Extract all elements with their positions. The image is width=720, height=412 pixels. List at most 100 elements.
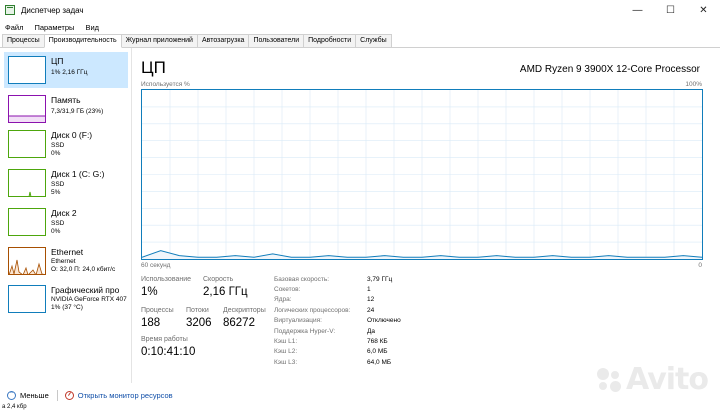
sidebar-item-type: SSD xyxy=(51,142,65,149)
minimize-button[interactable]: — xyxy=(621,0,654,20)
menu-view[interactable]: Вид xyxy=(80,23,105,32)
maximize-button[interactable]: ☐ xyxy=(654,0,687,20)
sidebar-item-cpu[interactable]: ЦП 1% 2,16 ГГц xyxy=(4,52,128,88)
speed-label: Скорость xyxy=(203,276,234,283)
cpu-usage-chart xyxy=(141,90,703,259)
usage-label: Использование xyxy=(141,276,192,283)
uptime-value: 0:10:41:10 xyxy=(141,346,196,358)
resource-monitor-icon xyxy=(64,390,74,400)
spec-label-base-speed: Базовая скорость: xyxy=(274,276,330,283)
graph-x-min: 0 xyxy=(698,262,702,269)
footer-separator xyxy=(56,389,58,401)
tab-details[interactable]: Подробности xyxy=(303,34,357,47)
sidebar-item-name: Диск 2 xyxy=(51,208,77,218)
spec-value-cores: 12 xyxy=(367,296,375,303)
disk-thumbnail xyxy=(8,130,46,158)
sidebar-item-usage: 0% xyxy=(51,228,61,235)
spec-label-l1: Кэш L1: xyxy=(274,338,298,345)
sidebar-item-type: SSD xyxy=(51,220,65,227)
spec-label-virtualization: Виртуализация: xyxy=(274,317,322,324)
graph-y-max: 100% xyxy=(685,81,702,88)
tab-startup[interactable]: Автозагрузка xyxy=(196,34,250,47)
tab-bar: Процессы Производительность Журнал прило… xyxy=(0,34,720,48)
sidebar-item-traffic: О: 32,0 П: 24,0 кбит/с xyxy=(51,266,116,273)
spec-value-base-speed: 3,79 ГГц xyxy=(367,276,393,283)
cpu-usage-graph xyxy=(141,89,703,260)
chevron-up-icon: ⌃ xyxy=(7,390,16,400)
gpu-thumbnail xyxy=(8,285,46,313)
processes-label: Процессы xyxy=(141,307,174,314)
menu-bar: Файл Параметры Вид xyxy=(0,20,720,34)
memory-thumbnail xyxy=(8,95,46,123)
tab-services[interactable]: Службы xyxy=(355,34,392,47)
sidebar-item-ethernet[interactable]: Ethernet Ethernet О: 32,0 П: 24,0 кбит/с xyxy=(4,243,128,279)
sidebar-item-name: Ethernet xyxy=(51,247,84,257)
sidebar-item-name: Диск 0 (F:) xyxy=(51,130,93,140)
sidebar-item-usage: 0% xyxy=(51,150,61,157)
sidebar-item-detail: 7,3/31,9 ГБ (23%) xyxy=(51,108,104,115)
threads-label: Потоки xyxy=(186,307,209,314)
graph-x-label: 60 секунд xyxy=(141,262,171,269)
uptime-label: Время работы xyxy=(141,336,188,343)
sidebar-item-memory[interactable]: Память 7,3/31,9 ГБ (23%) xyxy=(4,91,128,127)
sidebar-item-disk2[interactable]: Диск 2 SSD 0% xyxy=(4,204,128,240)
footer-bar: ⌃ Меньше Открыть монитор ресурсов xyxy=(0,386,720,404)
ethernet-thumbnail-graph xyxy=(9,259,45,274)
ethernet-thumbnail xyxy=(8,247,46,275)
spec-value-sockets: 1 xyxy=(367,286,371,293)
spec-label-l3: Кэш L3: xyxy=(274,359,298,366)
sidebar-item-model: NVIDIA GeForce RTX 407 xyxy=(51,296,127,303)
spec-value-l3: 64,0 МБ xyxy=(367,359,392,366)
spec-value-hyperv: Да xyxy=(367,328,376,335)
task-manager-icon xyxy=(5,5,15,15)
graph-y-label: Используется % xyxy=(141,81,190,88)
spec-value-virtualization: Отключено xyxy=(367,317,401,324)
close-button[interactable]: ✕ xyxy=(687,0,720,20)
processes-value: 188 xyxy=(141,317,161,329)
performance-sidebar: ЦП 1% 2,16 ГГц Память 7,3/31,9 ГБ (23%) … xyxy=(4,52,128,382)
tab-users[interactable]: Пользователи xyxy=(248,34,305,47)
spec-value-logical: 24 xyxy=(367,307,375,314)
sidebar-item-type: SSD xyxy=(51,181,65,188)
handles-value: 86272 xyxy=(223,317,255,329)
sidebar-item-type: Ethernet xyxy=(51,258,76,265)
window-title: Диспетчер задач xyxy=(21,5,84,15)
memory-thumbnail-fill xyxy=(9,115,45,122)
speed-value: 2,16 ГГц xyxy=(203,286,248,298)
threads-value: 3206 xyxy=(186,317,212,329)
sidebar-item-name: Диск 1 (C: G:) xyxy=(51,169,105,179)
cpu-model: AMD Ryzen 9 3900X 12-Core Processor xyxy=(519,64,700,75)
tab-performance[interactable]: Производительность xyxy=(43,34,122,48)
sidebar-item-usage: 5% xyxy=(51,189,61,196)
disk-thumbnail-spike xyxy=(28,191,32,196)
menu-options[interactable]: Параметры xyxy=(29,23,80,32)
sidebar-item-disk1[interactable]: Диск 1 (C: G:) SSD 5% xyxy=(4,165,128,201)
usage-value: 1% xyxy=(141,286,158,298)
window-controls: — ☐ ✕ xyxy=(621,0,720,20)
menu-file[interactable]: Файл xyxy=(0,23,29,32)
handles-label: Дескрипторы xyxy=(223,307,266,314)
spec-label-cores: Ядра: xyxy=(274,296,292,303)
sidebar-item-name: Память xyxy=(51,95,81,105)
sidebar-item-detail: 1% 2,16 ГГц xyxy=(51,69,88,76)
sidebar-item-name: ЦП xyxy=(51,56,64,66)
spec-value-l1: 768 КБ xyxy=(367,338,388,345)
sidebar-divider xyxy=(131,48,132,383)
sidebar-item-gpu[interactable]: Графический про NVIDIA GeForce RTX 407 1… xyxy=(4,281,128,317)
title-bar: Диспетчер задач — ☐ ✕ xyxy=(0,0,720,20)
cpu-thumbnail xyxy=(8,56,46,84)
cut-off-text: а 2,4 кбр xyxy=(2,404,27,410)
open-resource-monitor-link[interactable]: Открыть монитор ресурсов xyxy=(78,391,173,400)
page-title: ЦП xyxy=(141,58,166,77)
sidebar-item-name: Графический про xyxy=(51,285,120,295)
fewer-details-button[interactable]: ⌃ Меньше xyxy=(7,390,49,400)
tab-app-history[interactable]: Журнал приложений xyxy=(120,34,198,47)
spec-label-l2: Кэш L2: xyxy=(274,348,298,355)
sidebar-item-disk0[interactable]: Диск 0 (F:) SSD 0% xyxy=(4,126,128,162)
disk-thumbnail xyxy=(8,208,46,236)
tab-processes[interactable]: Процессы xyxy=(2,34,45,47)
spec-label-hyperv: Поддержка Hyper-V: xyxy=(274,328,336,335)
spec-label-sockets: Сокетов: xyxy=(274,286,301,293)
spec-value-l2: 6,0 МБ xyxy=(367,348,388,355)
fewer-details-label: Меньше xyxy=(20,390,49,400)
